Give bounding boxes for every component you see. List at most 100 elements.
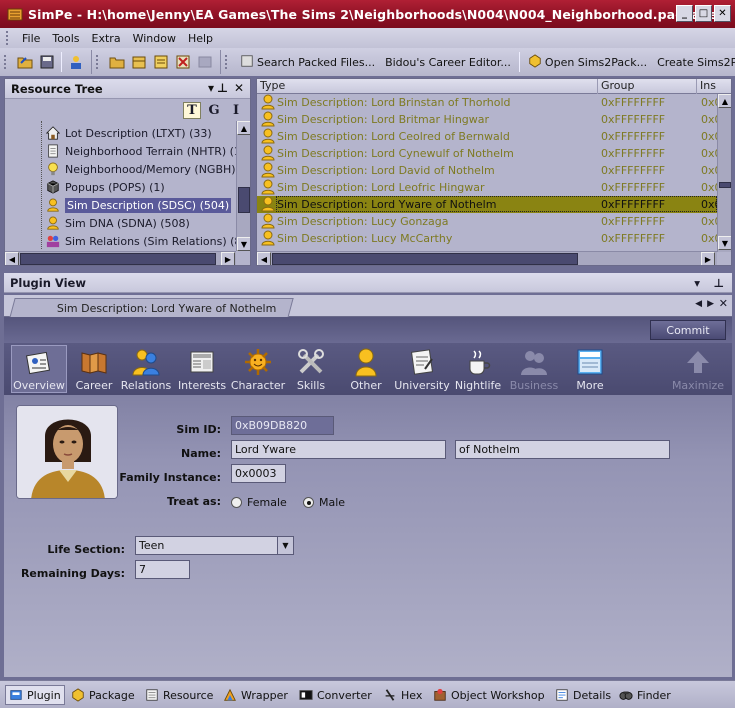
create-sims2pack-button[interactable]: Create Sims2Pa (652, 56, 735, 69)
pin-icon[interactable]: ⊥ (713, 276, 724, 290)
dropdown-arrow-icon[interactable]: ▾ (694, 276, 700, 290)
bottom-tab-converter[interactable]: Converter (296, 685, 375, 705)
last-name-field[interactable]: of Nothelm (455, 440, 670, 459)
tree-item-pops[interactable]: Popups (POPS) (1) (45, 178, 165, 196)
tree-scroll-thumb[interactable] (238, 187, 250, 213)
type-filter-button[interactable]: T (183, 102, 201, 119)
first-name-field[interactable]: Lord Yware (231, 440, 446, 459)
table-row[interactable]: Sim Description: Lucy Gonzaga 0xFFFFFFFF 0… (257, 213, 717, 230)
open-sims2pack-button[interactable]: Open Sims2Pack... (523, 53, 652, 71)
instance-filter-button[interactable]: I (227, 102, 245, 119)
icon-tab-career[interactable]: Career (66, 345, 122, 393)
scroll-up-arrow-icon[interactable]: ▲ (718, 94, 731, 108)
list-vertical-scrollbar[interactable]: ▲ ▼ (717, 94, 731, 252)
dropdown-arrow-icon[interactable]: ▾ (208, 81, 214, 95)
bottom-tab-finder[interactable]: Finder (616, 685, 674, 705)
column-type[interactable]: Type (257, 79, 598, 94)
menu-file[interactable]: File (16, 32, 46, 45)
tree-item-sdna[interactable]: Sim DNA (SDNA) (508) (45, 214, 190, 232)
icon-tab-overview[interactable]: Overview (11, 345, 67, 393)
tree-item-nhtr[interactable]: Neighborhood Terrain (NHTR) (1) (45, 142, 245, 160)
menu-help[interactable]: Help (182, 32, 219, 45)
bottom-tab-hex[interactable]: Hex (380, 685, 425, 705)
table-row[interactable]: Sim Description: Lord Brinstan of Thorho… (257, 94, 717, 111)
list-hscroll-thumb[interactable] (272, 253, 578, 265)
menu-extra[interactable]: Extra (86, 32, 127, 45)
close-tab-icon[interactable]: ✕ (719, 297, 728, 310)
bottom-tab-object-workshop[interactable]: Object Workshop (430, 685, 548, 705)
career-editor-button[interactable]: Bidou's Career Editor... (380, 56, 516, 69)
close-pane-icon[interactable]: ✕ (234, 81, 244, 95)
scroll-left-arrow-icon[interactable]: ◀ (257, 252, 271, 265)
sim-id-field[interactable]: 0xB09DB820 (231, 416, 334, 435)
bottom-tab-wrapper[interactable]: Wrapper (220, 685, 291, 705)
male-radio-button[interactable] (303, 497, 314, 508)
tree-item-ngbh[interactable]: Neighborhood/Memory (NGBH) (1) (45, 160, 250, 178)
bottom-tab-details[interactable]: Details (552, 685, 614, 705)
menu-window[interactable]: Window (127, 32, 182, 45)
tree-item-relations[interactable]: Sim Relations (Sim Relations) (8174 (45, 232, 250, 250)
list-scroll-thumb[interactable] (719, 182, 731, 188)
toolbar-grip-2[interactable] (96, 55, 100, 69)
save-icon[interactable] (36, 51, 58, 73)
menu-grip[interactable] (6, 31, 10, 45)
tree-item-ltxt[interactable]: Lot Description (LTXT) (33) (45, 124, 212, 142)
table-row[interactable]: Sim Description: Lord Yware of Nothelm 0x… (257, 196, 717, 213)
toolbar-grip[interactable] (4, 55, 8, 69)
scroll-right-arrow-icon[interactable]: ▶ (701, 252, 715, 265)
minimize-button[interactable]: _ (676, 5, 693, 22)
search-packed-files-button[interactable]: Search Packed Files... (235, 54, 380, 71)
table-row[interactable]: Sim Description: Lord David of Nothelm 0x… (257, 162, 717, 179)
tab-scroll-right-icon[interactable]: ▶ (707, 299, 714, 309)
maximize-button[interactable]: □ (695, 5, 712, 22)
tab-sim-description[interactable]: Sim Description: Lord Yware of Nothelm (9, 298, 295, 318)
icon-tab-relations[interactable]: Relations (118, 345, 174, 393)
icon-tab-more[interactable]: More (562, 345, 618, 393)
family-instance-field[interactable]: 0x0003 (231, 464, 286, 483)
scroll-down-arrow-icon[interactable]: ▼ (237, 237, 250, 251)
column-instance[interactable]: Ins (697, 79, 731, 94)
table-row[interactable]: Sim Description: Lord Britmar Hingwar 0xF… (257, 111, 717, 128)
scroll-left-arrow-icon[interactable]: ◀ (5, 252, 19, 265)
table-row[interactable]: Sim Description: Lord Leofric Hingwar 0xF… (257, 179, 717, 196)
close-button[interactable]: ✕ (714, 5, 731, 22)
package-icon[interactable] (128, 51, 150, 73)
folder-icon[interactable] (106, 51, 128, 73)
scroll-down-arrow-icon[interactable]: ▼ (718, 236, 731, 250)
bottom-tab-package[interactable]: Package (68, 685, 138, 705)
table-row[interactable]: Sim Description: Lord Cynewulf of Nothel… (257, 145, 717, 162)
tree-horizontal-scrollbar[interactable]: ◀ ▶ (5, 251, 236, 265)
icon-tab-skills[interactable]: Skills (283, 345, 339, 393)
male-radio[interactable]: Male (303, 496, 345, 509)
icon-tab-other[interactable]: Other (338, 345, 394, 393)
group-filter-button[interactable]: G (205, 102, 223, 119)
icon-tab-character[interactable]: Character (230, 345, 286, 393)
scroll-right-arrow-icon[interactable]: ▶ (221, 252, 235, 265)
female-radio[interactable]: Female (231, 496, 287, 509)
icon-tab-interests[interactable]: Interests (174, 345, 230, 393)
scroll-up-arrow-icon[interactable]: ▲ (237, 121, 250, 135)
bottom-tab-resource[interactable]: Resource (142, 685, 216, 705)
bottom-tab-plugin[interactable]: Plugin (5, 685, 65, 705)
tab-scroll-left-icon[interactable]: ◀ (695, 299, 702, 309)
list-horizontal-scrollbar[interactable]: ◀ ▶ (257, 251, 717, 265)
remaining-days-field[interactable]: 7 (135, 560, 190, 579)
simpe-app-icon[interactable] (6, 5, 24, 23)
table-row[interactable]: Sim Description: Lucy McCarthy 0xFFFFFFFF… (257, 230, 717, 247)
toolbar-grip-3[interactable] (225, 55, 229, 69)
column-group[interactable]: Group (598, 79, 697, 94)
icon-tab-university[interactable]: University (394, 345, 450, 393)
table-row[interactable]: Sim Description: Lord Ceolred of Bernwal… (257, 128, 717, 145)
icon-tab-nightlife[interactable]: Nightlife (450, 345, 506, 393)
open-folder-icon[interactable] (14, 51, 36, 73)
notes-icon[interactable] (150, 51, 172, 73)
life-section-select[interactable]: Teen ▼ (135, 536, 294, 555)
commit-button[interactable]: Commit (650, 320, 726, 340)
chevron-down-icon[interactable]: ▼ (277, 537, 293, 554)
tree-vertical-scrollbar[interactable]: ▲ ▼ (236, 121, 250, 251)
tree-item-sdsc[interactable]: Sim Description (SDSC) (504) (45, 196, 232, 214)
menu-tools[interactable]: Tools (46, 32, 85, 45)
tree-hscroll-thumb[interactable] (20, 253, 216, 265)
pin-icon[interactable]: ⊥ (217, 81, 228, 95)
sims-icon[interactable] (65, 51, 87, 73)
